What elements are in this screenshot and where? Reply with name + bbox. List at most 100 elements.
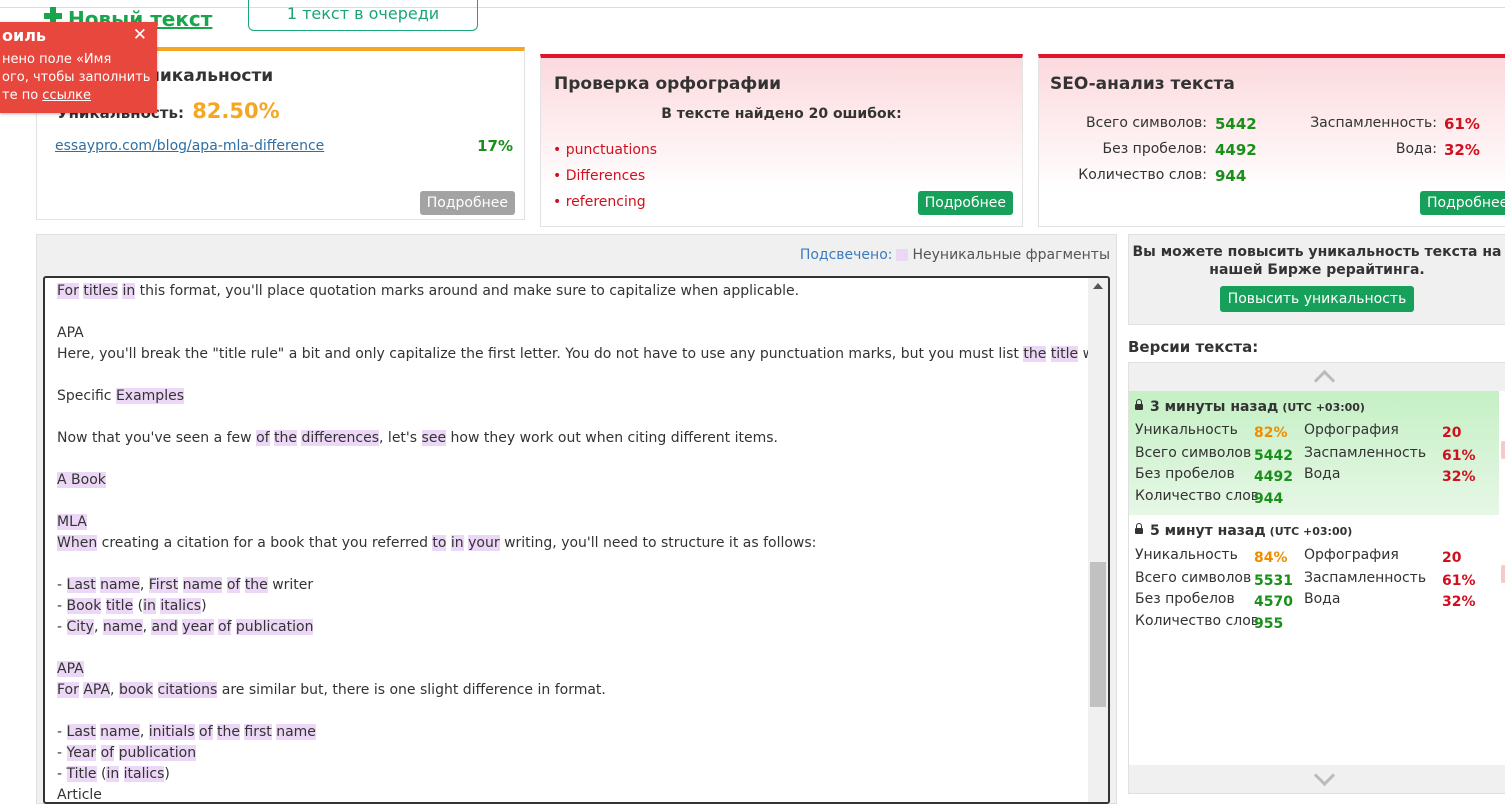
spelling-error-item[interactable]: • punctuations (553, 137, 657, 163)
versions-scroll-up[interactable] (1129, 363, 1505, 392)
promo-text: Вы можете повысить уникальность текста н… (1129, 243, 1505, 279)
non-unique-fragment: name (100, 577, 140, 593)
text-fragment: writer (267, 577, 314, 593)
non-unique-fragment: in (122, 283, 136, 299)
text-fragment: how they work out when citing different … (446, 430, 779, 446)
text-fragment (119, 766, 123, 782)
non-unique-fragment: Last (66, 577, 96, 593)
version-label: Вода (1304, 466, 1341, 482)
version-nospace: 4570 (1254, 594, 1293, 610)
non-unique-fragment: title (1050, 346, 1079, 362)
text-fragment: , (110, 682, 119, 698)
editor-line: - Last name, First name of the writer (57, 575, 1087, 596)
seo-labels-right: Заспамленность: Вода: (1310, 110, 1437, 162)
version-time: 3 минуты назад (UTC +03:00) (1135, 399, 1365, 415)
legend-text: Неуникальные фрагменты (912, 247, 1110, 263)
non-unique-fragment: italics (123, 766, 165, 782)
queue-tab[interactable]: 1 текст в очереди (248, 0, 478, 31)
version-item[interactable]: 3 минуты назад (UTC +03:00) Уникальность … (1129, 391, 1505, 515)
editor-line: APA (57, 323, 1087, 344)
version-label: Уникальность (1135, 422, 1238, 438)
version-time-text: 3 минуты назад (1150, 399, 1279, 415)
non-unique-fragment: of (217, 619, 232, 635)
version-spelling: 20 (1442, 425, 1462, 441)
non-unique-fragment: name (100, 724, 140, 740)
editor-line: For titles in this format, you'll place … (57, 281, 1087, 302)
legend-swatch (896, 249, 909, 261)
spelling-error-word: referencing (565, 194, 646, 210)
non-unique-fragment: APA (57, 661, 84, 677)
source-link[interactable]: essaypro.com/blog/apa-mla-difference (55, 138, 324, 154)
seo-value: 4492 (1215, 141, 1257, 159)
version-label: Всего символов (1135, 570, 1252, 586)
uniqueness-more-button[interactable]: Подробнее (419, 191, 515, 215)
spelling-card: Проверка орфографии В тексте найдено 20 … (540, 54, 1023, 227)
close-icon[interactable]: ✕ (133, 25, 147, 45)
editor-line: A Book (57, 470, 1087, 491)
editor-line: - Last name, initials of the first name (57, 722, 1087, 743)
non-unique-fragment: in (450, 535, 464, 551)
toast-line-text: те по (2, 88, 39, 103)
seo-card: SEO-анализ текста Всего символов: Без пр… (1038, 54, 1505, 227)
non-unique-fragment: in (106, 766, 120, 782)
non-unique-fragment: first (244, 724, 272, 740)
spelling-error-list: • punctuations • Differences • referenci… (553, 137, 657, 215)
version-time: 5 минут назад (UTC +03:00) (1135, 523, 1352, 539)
version-item[interactable]: 5 минут назад (UTC +03:00) Уникальность 8… (1129, 515, 1505, 639)
editor-line: - Book title (in italics) (57, 596, 1087, 617)
version-side-tab[interactable] (1501, 565, 1505, 583)
non-unique-fragment: publication (118, 745, 197, 761)
spelling-more-button[interactable]: Подробнее (917, 191, 1013, 215)
text-fragment (114, 745, 118, 761)
editor-line: For APA, book citations are similar but,… (57, 680, 1087, 701)
text-fragment: Article (57, 787, 102, 803)
text-fragment: - (57, 766, 67, 782)
spelling-error-word: punctuations (565, 142, 658, 158)
version-spelling: 20 (1442, 550, 1462, 566)
version-side-tab[interactable] (1501, 441, 1505, 459)
version-label: Орфография (1304, 547, 1399, 563)
text-fragment: creating a citation for a book that you … (97, 535, 433, 551)
spelling-error-item[interactable]: • Differences (553, 163, 657, 189)
non-unique-fragment: of (256, 430, 270, 446)
version-chars: 5531 (1254, 573, 1293, 589)
promo-box: Вы можете повысить уникальность текста н… (1128, 234, 1505, 325)
scroll-thumb[interactable] (1090, 562, 1106, 707)
non-unique-fragment: City (66, 619, 94, 635)
non-unique-fragment: title (105, 598, 134, 614)
text-fragment: - (57, 619, 67, 635)
non-unique-fragment: name (276, 724, 316, 740)
text-fragment: , (139, 577, 149, 593)
version-timezone: (UTC +03:00) (1282, 401, 1365, 414)
non-unique-fragment: publication (235, 619, 314, 635)
versions-scroll-down[interactable] (1129, 764, 1505, 793)
non-unique-fragment: titles (83, 283, 118, 299)
scroll-up-icon[interactable] (1093, 283, 1103, 289)
top-divider (0, 7, 1505, 8)
increase-uniqueness-button[interactable]: Повысить уникальность (1219, 286, 1415, 312)
non-unique-fragment: year (182, 619, 214, 635)
non-unique-fragment: A Book (57, 472, 106, 488)
text-fragment: this format, you'll place quotation mark… (135, 283, 800, 299)
text-fragment: - (57, 745, 67, 761)
text-fragment: - (57, 577, 67, 593)
non-unique-fragment: name (102, 619, 143, 635)
editor-scrollbar[interactable] (1088, 278, 1108, 802)
version-uniqueness: 84% (1254, 550, 1288, 566)
text-editor[interactable]: For titles in this format, you'll place … (43, 276, 1110, 804)
version-label: Всего символов (1135, 445, 1252, 461)
chevron-up-icon (1313, 369, 1336, 392)
seo-spam-label: Заспамленность: (1310, 115, 1437, 131)
spelling-error-item[interactable]: • referencing (553, 189, 657, 215)
non-unique-fragment: For (57, 682, 79, 698)
toast-link[interactable]: ссылке (42, 88, 91, 103)
version-time-text: 5 минут назад (1150, 523, 1266, 539)
promo-text-line: нашей Бирже рерайтинга. (1209, 262, 1425, 278)
versions-list: 3 минуты назад (UTC +03:00) Уникальность … (1128, 362, 1505, 794)
seo-more-button[interactable]: Подробнее (1420, 191, 1505, 215)
